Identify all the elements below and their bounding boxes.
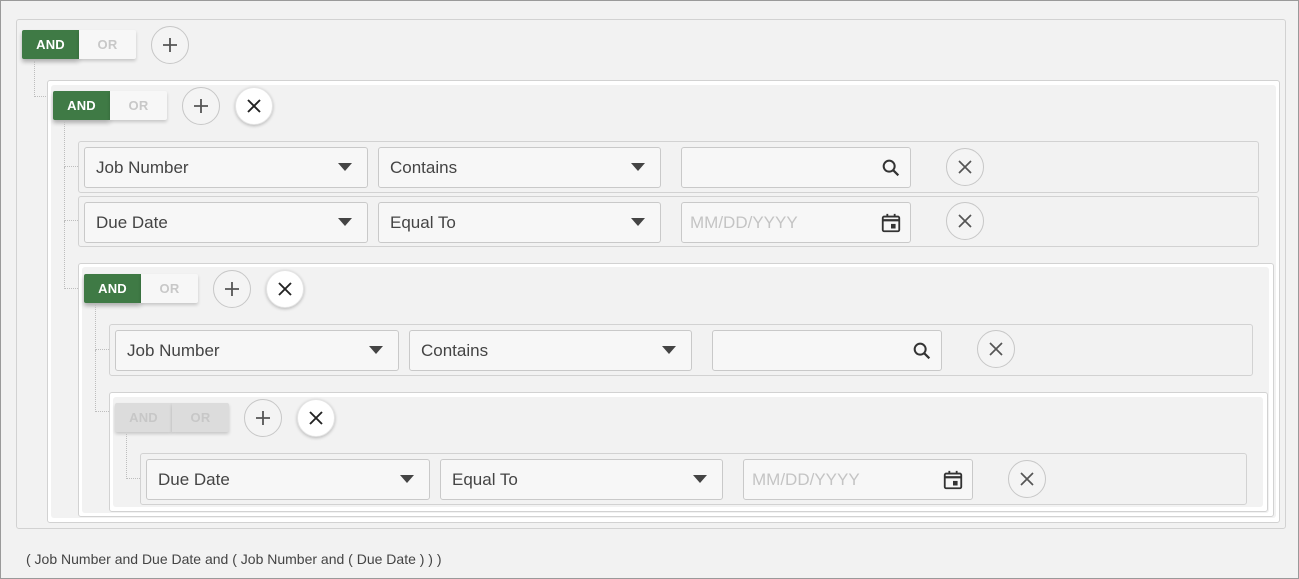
operator-select-value: Contains bbox=[421, 340, 489, 360]
add-rule-button[interactable] bbox=[213, 270, 251, 308]
value-input[interactable] bbox=[681, 147, 911, 188]
field-select[interactable]: Job Number bbox=[115, 330, 399, 371]
operator-select-value: Contains bbox=[390, 157, 458, 177]
date-field[interactable] bbox=[682, 203, 910, 242]
field-select[interactable]: Due Date bbox=[84, 202, 368, 243]
search-input[interactable] bbox=[713, 331, 941, 370]
query-summary: ( Job Number and Due Date and ( Job Numb… bbox=[26, 551, 442, 567]
close-icon bbox=[247, 99, 261, 113]
or-button[interactable]: OR bbox=[79, 30, 136, 59]
operator-select[interactable]: Contains bbox=[378, 147, 661, 188]
and-or-toggle-level-2[interactable]: AND OR bbox=[84, 274, 198, 303]
field-select-value: Job Number bbox=[96, 157, 189, 177]
tree-connector bbox=[64, 122, 78, 167]
date-field[interactable] bbox=[744, 460, 972, 499]
chevron-down-icon bbox=[631, 218, 645, 226]
operator-select[interactable]: Contains bbox=[409, 330, 692, 371]
and-button[interactable]: AND bbox=[115, 403, 172, 432]
chevron-down-icon bbox=[693, 475, 707, 483]
remove-rule-button[interactable] bbox=[946, 202, 984, 240]
field-select-value: Due Date bbox=[158, 469, 230, 489]
delete-group-button[interactable] bbox=[266, 270, 304, 308]
date-input[interactable] bbox=[681, 202, 911, 243]
chevron-down-icon bbox=[338, 163, 352, 171]
delete-group-button[interactable] bbox=[235, 87, 273, 125]
chevron-down-icon bbox=[631, 163, 645, 171]
chevron-down-icon bbox=[369, 346, 383, 354]
search-icon bbox=[913, 342, 931, 360]
or-button[interactable]: OR bbox=[172, 403, 229, 432]
search-icon bbox=[882, 159, 900, 177]
field-select[interactable]: Due Date bbox=[146, 459, 430, 500]
and-or-toggle-root[interactable]: AND OR bbox=[22, 30, 136, 59]
field-select[interactable]: Job Number bbox=[84, 147, 368, 188]
value-input[interactable] bbox=[712, 330, 942, 371]
operator-select[interactable]: Equal To bbox=[378, 202, 661, 243]
remove-rule-button[interactable] bbox=[946, 148, 984, 186]
query-builder-frame: AND OR AND OR Job Number Contains Due Da… bbox=[0, 0, 1299, 579]
field-select-value: Due Date bbox=[96, 212, 168, 232]
or-button[interactable]: OR bbox=[110, 91, 167, 120]
remove-rule-button[interactable] bbox=[1008, 460, 1046, 498]
delete-group-button[interactable] bbox=[297, 399, 335, 437]
date-input[interactable] bbox=[743, 459, 973, 500]
tree-connector bbox=[95, 305, 109, 350]
search-input[interactable] bbox=[682, 148, 910, 187]
and-button[interactable]: AND bbox=[84, 274, 141, 303]
operator-select-value: Equal To bbox=[452, 469, 518, 489]
operator-select[interactable]: Equal To bbox=[440, 459, 723, 500]
and-button[interactable]: AND bbox=[22, 30, 79, 59]
and-or-toggle-level-1[interactable]: AND OR bbox=[53, 91, 167, 120]
add-rule-button[interactable] bbox=[244, 399, 282, 437]
or-button[interactable]: OR bbox=[141, 274, 198, 303]
chevron-down-icon bbox=[338, 218, 352, 226]
circle-close-icon bbox=[958, 160, 972, 174]
chevron-down-icon bbox=[662, 346, 676, 354]
calendar-icon bbox=[943, 470, 963, 490]
calendar-icon bbox=[881, 213, 901, 233]
field-select-value: Job Number bbox=[127, 340, 220, 360]
and-button[interactable]: AND bbox=[53, 91, 110, 120]
tree-connector bbox=[126, 434, 140, 479]
plus-icon bbox=[194, 99, 208, 113]
circle-close-icon bbox=[1020, 472, 1034, 486]
plus-icon bbox=[225, 282, 239, 296]
plus-icon bbox=[256, 411, 270, 425]
add-rule-button[interactable] bbox=[182, 87, 220, 125]
remove-rule-button[interactable] bbox=[977, 330, 1015, 368]
close-icon bbox=[309, 411, 323, 425]
close-icon bbox=[278, 282, 292, 296]
circle-close-icon bbox=[989, 342, 1003, 356]
chevron-down-icon bbox=[400, 475, 414, 483]
circle-close-icon bbox=[958, 214, 972, 228]
plus-icon bbox=[163, 38, 177, 52]
operator-select-value: Equal To bbox=[390, 212, 456, 232]
tree-connector bbox=[64, 167, 78, 221]
add-rule-button[interactable] bbox=[151, 26, 189, 64]
and-or-toggle-level-3[interactable]: AND OR bbox=[115, 403, 229, 432]
